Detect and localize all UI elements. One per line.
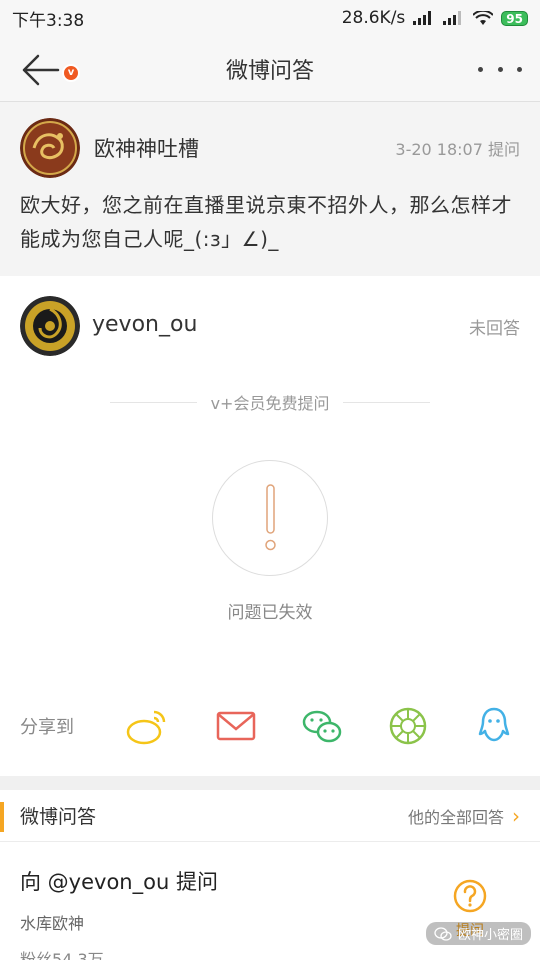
invalid-message: 问题已失效 <box>227 603 313 623</box>
answerer-avatar[interactable] <box>20 296 80 356</box>
question-mark-icon <box>453 879 487 913</box>
signal-icon <box>413 11 432 25</box>
answer-status: 未回答 <box>469 319 520 339</box>
wechat-watermark-icon <box>434 926 452 941</box>
back-arrow-icon[interactable] <box>18 50 62 90</box>
exclamation-icon <box>212 460 328 576</box>
share-row: 分享到 <box>0 698 540 754</box>
network-speed: 28.6K/s <box>341 8 406 28</box>
status-bar: 下午3:38 28.6K/s 95 <box>0 0 540 36</box>
mail-icon[interactable] <box>214 704 258 748</box>
wechat-icon[interactable] <box>300 704 344 748</box>
watermark-text: 欧神小密圈 <box>458 928 524 943</box>
asker-avatar[interactable] <box>20 118 80 178</box>
battery-icon: 95 <box>501 10 528 26</box>
wifi-icon <box>473 10 494 25</box>
accent-bar <box>0 802 4 832</box>
qa-card-title: 微博问答 <box>20 806 97 828</box>
signal-icon-2 <box>443 11 462 25</box>
all-answers-link[interactable]: 他的全部回答 <box>408 804 504 828</box>
status-indicators: 28.6K/s 95 <box>342 8 528 28</box>
watermark: 欧神小密圈 <box>426 922 532 945</box>
status-time: 下午3:38 <box>12 10 85 31</box>
weibo-icon[interactable] <box>124 704 168 748</box>
question-time: 3-20 18:07 提问 <box>395 140 520 159</box>
more-options-icon[interactable] <box>478 54 522 84</box>
vip-divider-label[interactable]: v+会员免费提问 <box>197 390 344 414</box>
share-label: 分享到 <box>20 717 74 738</box>
asker-name[interactable]: 欧神神吐槽 <box>94 133 395 163</box>
page-title: 微博问答 <box>225 58 314 84</box>
question-text: 欧大好，您之前在直播里说京東不招外人，那么怎样才能成为您自己人呢_(:з」∠)_ <box>20 193 512 251</box>
qq-icon[interactable] <box>472 704 516 748</box>
section-separator <box>0 776 540 790</box>
chevron-right-icon[interactable]: › <box>512 804 520 828</box>
nav-bar: 微博问答 <box>0 36 540 102</box>
qa-card-header: 微博问答 他的全部回答 › <box>0 790 540 842</box>
vip-divider: v+会员免费提问 <box>110 390 431 414</box>
moments-icon[interactable] <box>386 704 430 748</box>
fans-count: 粉丝54.3万 <box>20 950 104 960</box>
question-card: 欧神神吐槽 3-20 18:07 提问 欧大好，您之前在直播里说京東不招外人，那… <box>0 102 540 276</box>
verified-badge-icon: v <box>62 64 80 82</box>
ask-title: 向 @yevon_ou 提问 <box>20 870 218 894</box>
answerer-row: yevon_ou 未回答 <box>0 276 540 386</box>
answerer-name[interactable]: yevon_ou <box>92 312 469 337</box>
